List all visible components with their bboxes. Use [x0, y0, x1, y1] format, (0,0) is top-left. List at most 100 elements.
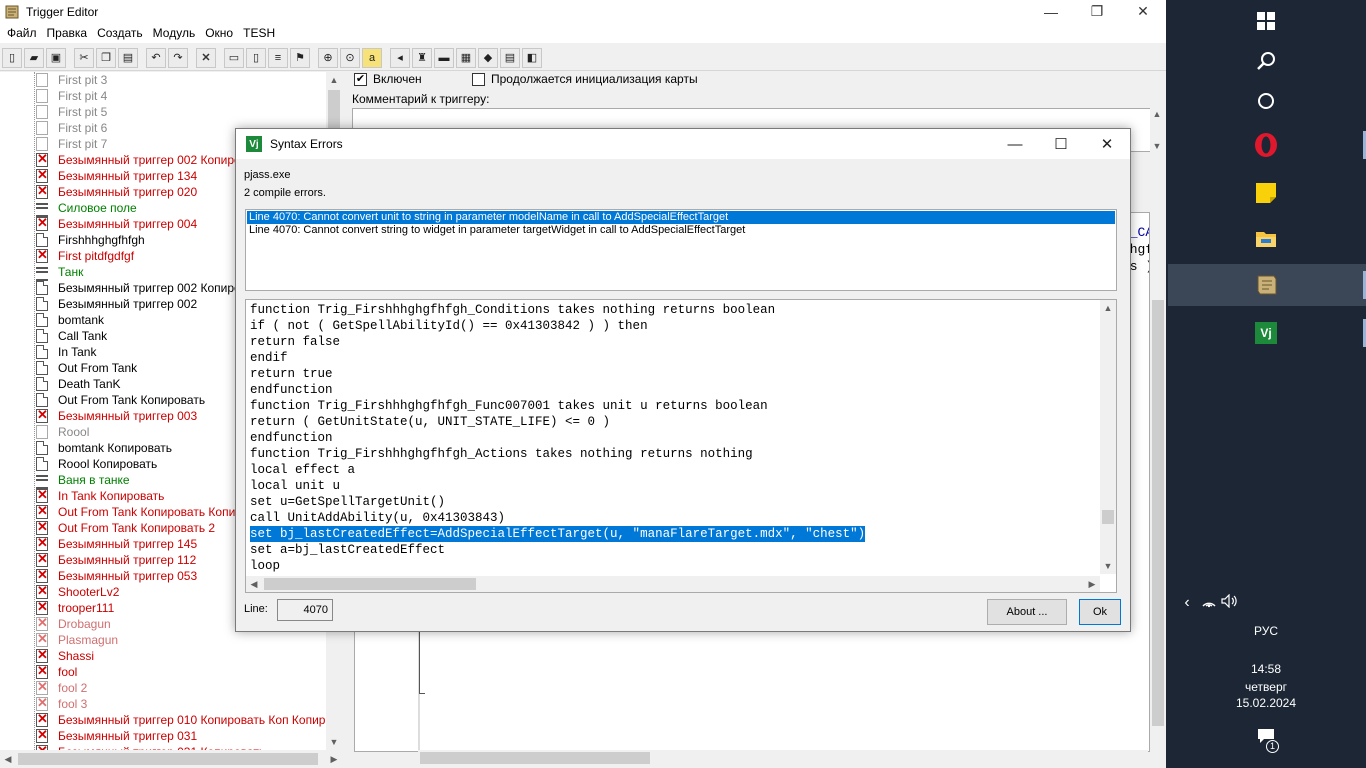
tree-item[interactable]: First pitdfgdfgf: [36, 247, 134, 264]
tree-item[interactable]: Безымянный триггер 002 Копиров: [36, 280, 247, 296]
menu-edit[interactable]: Правка: [42, 23, 93, 43]
about-button[interactable]: About ...: [987, 599, 1067, 625]
source-line[interactable]: local unit u: [250, 478, 340, 494]
line-number-field[interactable]: 4070: [277, 599, 333, 621]
menu-window[interactable]: Окно: [200, 23, 238, 43]
tree-item[interactable]: Безымянный триггер 112: [36, 551, 196, 568]
tree-item[interactable]: Безымянный триггер 053: [36, 567, 197, 584]
source-line[interactable]: function Trig_Firshhhghgfhfgh_Conditions…: [250, 302, 775, 318]
restore-button[interactable]: ❐: [1074, 0, 1120, 23]
tree-item[interactable]: First pit 5: [36, 104, 107, 120]
open-icon[interactable]: ▰: [24, 47, 44, 68]
dialog-maximize-button[interactable]: ☐: [1038, 129, 1084, 159]
paste-icon[interactable]: ▤: [118, 47, 138, 68]
tree-item[interactable]: First pit 7: [36, 136, 107, 152]
dialog-minimize-button[interactable]: —: [992, 129, 1038, 159]
scroll-left-arrow-icon[interactable]: ◀: [0, 751, 16, 767]
source-scroll-thumb[interactable]: [1102, 510, 1114, 524]
source-line[interactable]: return false: [250, 334, 340, 350]
menu-new[interactable]: Создать: [92, 23, 148, 43]
test-icon[interactable]: ⊕: [318, 47, 338, 68]
source-viewer[interactable]: loop set a=bj_lastCreatedEffect set bj_las…: [245, 299, 1117, 593]
tree-item[interactable]: Безымянный триггер 010 Копировать Коп Ко…: [36, 711, 326, 728]
object-icon[interactable]: ♜: [412, 47, 432, 68]
volume-icon[interactable]: [1220, 593, 1240, 611]
source-line[interactable]: local effect a: [250, 462, 355, 478]
save-icon[interactable]: ▣: [46, 47, 66, 68]
new-comment-icon[interactable]: ≡: [268, 47, 288, 68]
code-vertical-scrollbar[interactable]: [1150, 212, 1166, 736]
tree-item[interactable]: First pit 4: [36, 88, 107, 104]
ai-icon[interactable]: ▬: [434, 47, 454, 68]
source-line[interactable]: function Trig_Firshhhghgfhfgh_Func007001…: [250, 398, 768, 414]
tree-item[interactable]: Танк: [36, 264, 83, 281]
redo-icon[interactable]: ↷: [168, 47, 188, 68]
error-row-selected[interactable]: Line 4070: Cannot convert unit to string…: [247, 211, 1115, 224]
copy-icon[interactable]: ❐: [96, 47, 116, 68]
source-line[interactable]: function Trig_Firshhhghgfhfgh_Actions ta…: [250, 446, 753, 462]
code-hscroll-thumb[interactable]: [420, 752, 650, 764]
comment-scroll-down-icon[interactable]: ▼: [1149, 138, 1165, 154]
code-horizontal-scrollbar[interactable]: [418, 750, 1148, 766]
tree-item[interactable]: Out From Tank Копировать: [36, 392, 205, 408]
source-hscroll-thumb[interactable]: [264, 578, 476, 590]
source-line[interactable]: call UnitAddAbility(u, 0x41303843): [250, 510, 505, 526]
enabled-check-box[interactable]: ✔: [354, 72, 367, 86]
tree-item[interactable]: Out From Tank Копировать Копиров: [36, 503, 255, 520]
notification-center-button[interactable]: 1: [1250, 728, 1282, 756]
vj-taskbar-button[interactable]: Vj: [1242, 312, 1366, 354]
tree-item[interactable]: Безымянный триггер 002: [36, 296, 197, 312]
tree-item[interactable]: Death TanK: [36, 376, 121, 392]
new-variable-icon[interactable]: ⚑: [290, 47, 310, 68]
tree-item[interactable]: Out From Tank Копировать 2: [36, 519, 215, 536]
tree-item[interactable]: In Tank Копировать: [36, 487, 164, 504]
delete-icon[interactable]: ✕: [196, 47, 216, 68]
source-scroll-left-icon[interactable]: ◀: [246, 576, 262, 592]
tree-horizontal-scrollbar[interactable]: ◀ ▶: [0, 750, 342, 768]
tree-item[interactable]: Безымянный триггер 031: [36, 727, 197, 744]
tree-item[interactable]: Ваня в танке: [36, 472, 130, 489]
cut-icon[interactable]: ✂: [74, 47, 94, 68]
scroll-down-arrow-icon[interactable]: ▼: [326, 734, 342, 750]
menu-tesh[interactable]: TESH: [238, 23, 280, 43]
minimize-button[interactable]: —: [1028, 0, 1074, 23]
sticky-notes-taskbar-button[interactable]: [1242, 172, 1290, 214]
source-line[interactable]: return true: [250, 366, 333, 382]
tree-item[interactable]: Plasmagun: [36, 631, 118, 648]
undo-icon[interactable]: ↶: [146, 47, 166, 68]
tree-item[interactable]: Безымянный триггер 145: [36, 535, 197, 552]
menu-module[interactable]: Модуль: [148, 23, 201, 43]
tree-item[interactable]: Out From Tank: [36, 360, 137, 376]
source-line[interactable]: return ( GetUnitState(u, UNIT_STATE_LIFE…: [250, 414, 610, 430]
source-scroll-right-icon[interactable]: ▶: [1084, 576, 1100, 592]
jass-icon[interactable]: a: [362, 47, 382, 68]
tree-item[interactable]: bomtank Копировать: [36, 440, 172, 456]
new-trigger-icon[interactable]: ▯: [246, 47, 266, 68]
cortana-button[interactable]: [1242, 80, 1290, 122]
clock-time[interactable]: 14:58: [1222, 662, 1310, 676]
tree-item[interactable]: Безымянный триггер 002 Копиров: [36, 151, 247, 168]
tree-item[interactable]: Drobagun: [36, 615, 111, 632]
enabled-checkbox[interactable]: ✔ Включен: [354, 72, 422, 86]
tree-item[interactable]: fool: [36, 663, 77, 680]
error-list[interactable]: Line 4070: Cannot convert unit to string…: [245, 209, 1117, 291]
source-line[interactable]: set u=GetSpellTargetUnit(): [250, 494, 445, 510]
export-icon[interactable]: ◧: [522, 47, 542, 68]
source-line-error-highlight[interactable]: set bj_lastCreatedEffect=AddSpecialEffec…: [250, 526, 866, 542]
tree-item[interactable]: Безымянный триггер 134: [36, 167, 197, 184]
tree-item[interactable]: First pit 3: [36, 72, 107, 88]
scroll-up-arrow-icon[interactable]: ▲: [326, 72, 342, 88]
sound-icon[interactable]: ◂: [390, 47, 410, 68]
close-button[interactable]: ✕: [1120, 0, 1166, 23]
menu-file[interactable]: Файл: [2, 23, 42, 43]
tree-item[interactable]: In Tank: [36, 344, 96, 360]
source-line[interactable]: loop: [250, 558, 280, 574]
source-line[interactable]: endfunction: [250, 430, 333, 446]
new-category-icon[interactable]: ▭: [224, 47, 244, 68]
object-editor-icon[interactable]: ▤: [500, 47, 520, 68]
source-vertical-scrollbar[interactable]: ▲ ▼: [1100, 300, 1116, 574]
comment-scrollbar[interactable]: ▲ ▼: [1150, 108, 1164, 152]
import-icon[interactable]: ◆: [478, 47, 498, 68]
tree-item[interactable]: ShooterLv2: [36, 583, 119, 600]
clock-day[interactable]: четверг: [1222, 680, 1310, 694]
